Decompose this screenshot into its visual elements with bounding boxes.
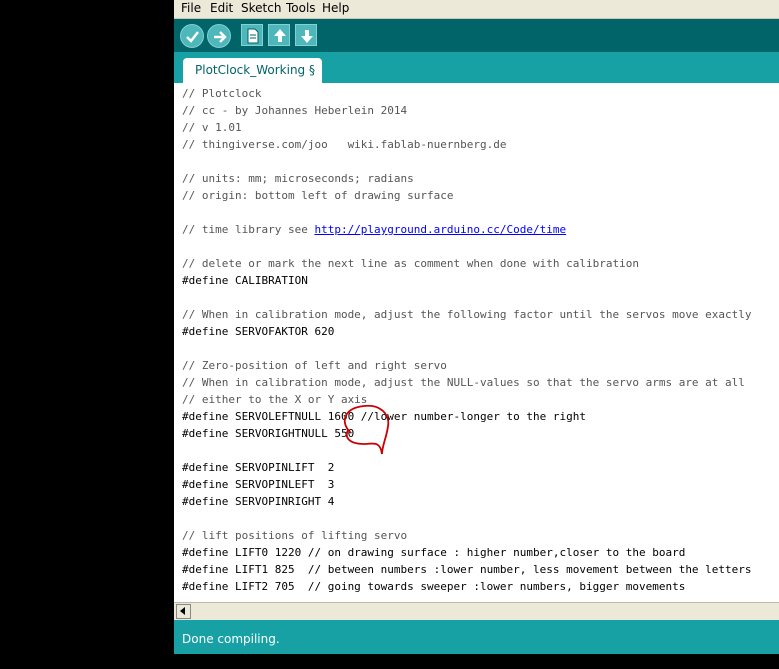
- status-bar: Done compiling.: [174, 620, 779, 654]
- menu-sketch[interactable]: Sketch: [241, 1, 281, 15]
- checkmark-icon: [186, 31, 199, 43]
- time-library-link[interactable]: http://playground.arduino.cc/Code/time: [314, 223, 566, 236]
- code-line: // Plotclock: [182, 87, 262, 100]
- code-editor[interactable]: // Plotclock // cc - by Johannes Heberlei…: [174, 83, 779, 602]
- verify-button[interactable]: [180, 24, 204, 48]
- scroll-left-button[interactable]: [176, 604, 191, 619]
- arrow-up-icon: [274, 29, 286, 42]
- menu-help[interactable]: Help: [322, 1, 349, 15]
- code-line: #define SERVOFAKTOR 620: [182, 325, 335, 338]
- console-output: [174, 654, 779, 669]
- code-line: // delete or mark the next line as comme…: [182, 257, 639, 270]
- menu-file[interactable]: File: [181, 1, 201, 15]
- code-line: #define SERVOPINLEFT 3: [182, 478, 335, 491]
- new-file-icon: [247, 28, 259, 44]
- arrow-left-icon: [180, 607, 185, 615]
- toolbar: [174, 19, 779, 52]
- tab-plotclock-working[interactable]: PlotClock_Working §: [183, 58, 322, 83]
- arrow-down-icon: [301, 30, 313, 43]
- code-line: #define SERVOPINLIFT 2: [182, 461, 335, 474]
- code-line: // cc - by Johannes Heberlein 2014: [182, 104, 408, 117]
- code-line: // time library see http://playground.ar…: [182, 221, 566, 238]
- code-line: #define LIFT2 705 // going towards sweep…: [182, 580, 686, 593]
- red-circle-annotation: [343, 404, 390, 455]
- code-line: // thingiverse.com/joo wiki.fablab-nuern…: [182, 138, 507, 151]
- code-line: // origin: bottom left of drawing surfac…: [182, 189, 454, 202]
- code-line: // v 1.01: [182, 121, 242, 134]
- arrow-right-icon: [214, 31, 227, 43]
- upload-button[interactable]: [207, 24, 231, 48]
- menu-tools[interactable]: Tools: [286, 1, 316, 15]
- code-line: // When in calibration mode, adjust the …: [182, 376, 745, 389]
- code-line: #define LIFT0 1220 // on drawing surface…: [182, 546, 686, 559]
- open-button[interactable]: [268, 24, 290, 46]
- menu-bar: File Edit Sketch Tools Help: [174, 0, 779, 19]
- horizontal-scrollbar[interactable]: [174, 602, 779, 620]
- code-line: #define SERVOPINRIGHT 4: [182, 495, 335, 508]
- save-button[interactable]: [295, 24, 317, 46]
- code-line: #define LIFT1 825 // between numbers :lo…: [182, 563, 752, 576]
- code-line: // lift positions of lifting servo: [182, 529, 408, 542]
- menu-edit[interactable]: Edit: [210, 1, 233, 15]
- code-line: // Zero-position of left and right servo: [182, 359, 447, 372]
- code-line: // When in calibration mode, adjust the …: [182, 308, 752, 321]
- tab-bar: PlotClock_Working §: [174, 52, 779, 83]
- code-line: #define CALIBRATION: [182, 274, 308, 287]
- code-line: // units: mm; microseconds; radians: [182, 172, 414, 185]
- code-line-text: // time library see: [182, 223, 315, 236]
- new-button[interactable]: [241, 24, 263, 46]
- arduino-ide-window: File Edit Sketch Tools Help PlotClock_Wo…: [174, 0, 779, 669]
- status-message: Done compiling.: [182, 632, 280, 646]
